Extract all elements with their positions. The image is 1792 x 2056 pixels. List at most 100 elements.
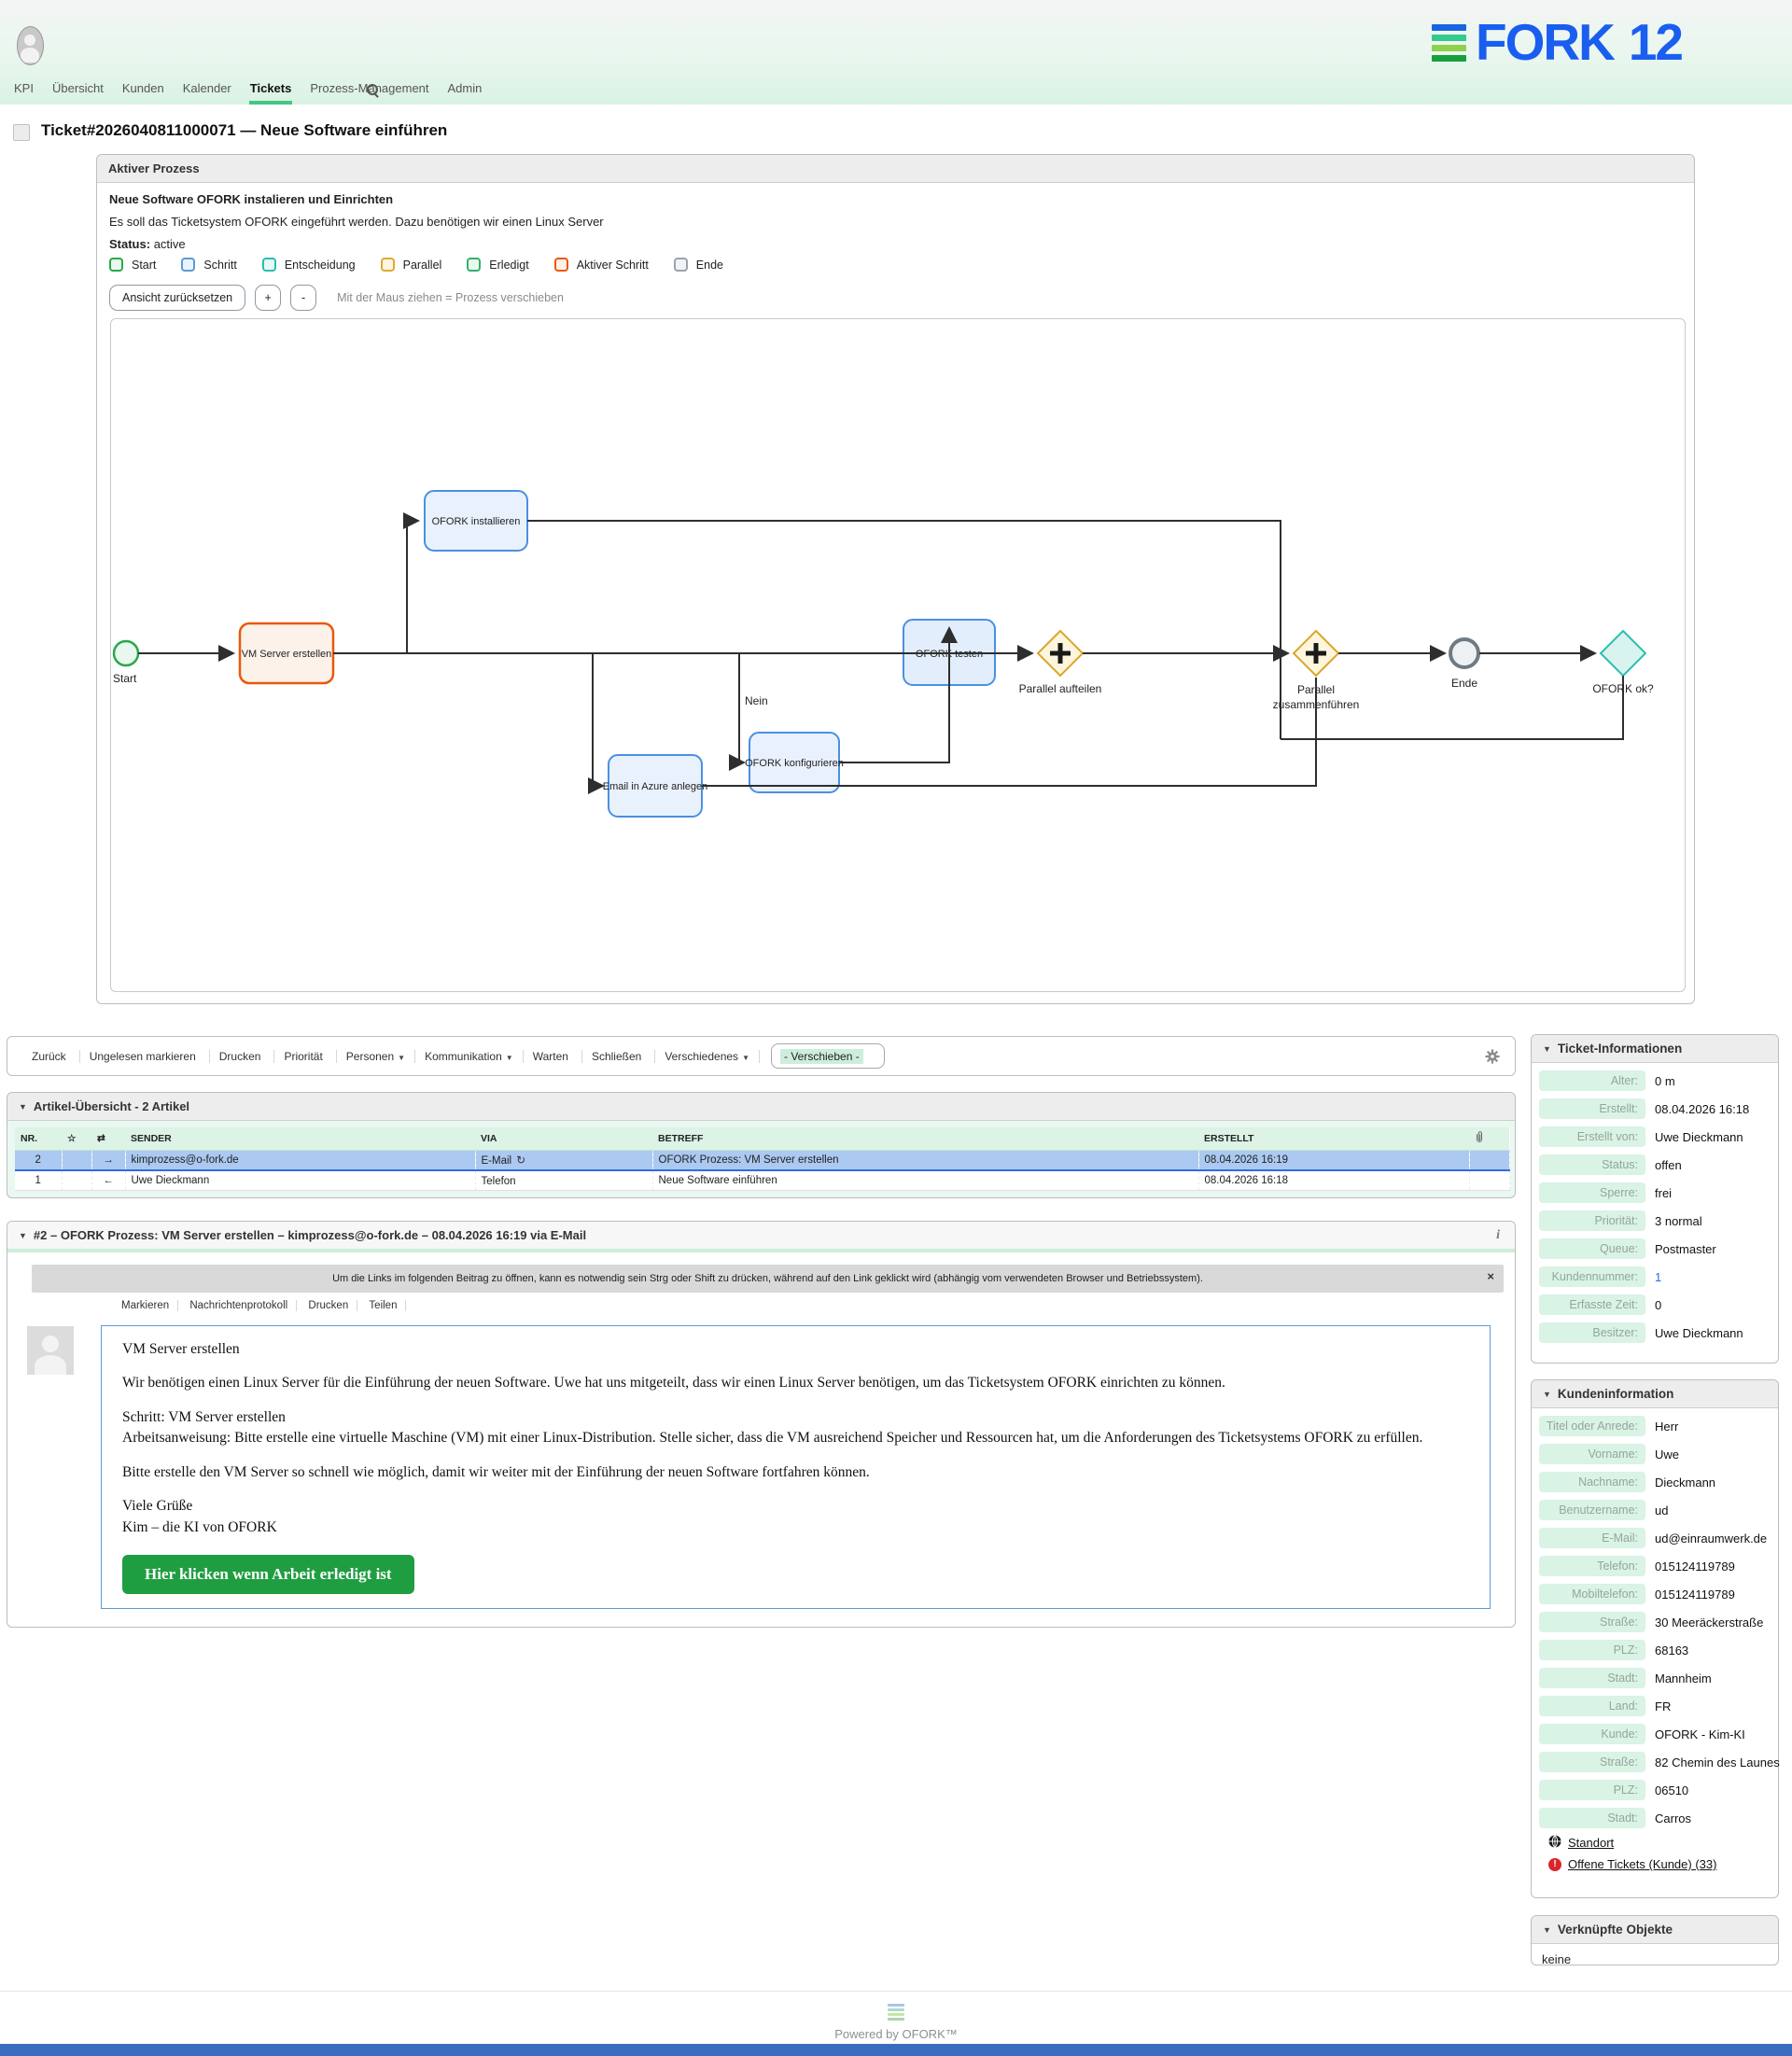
col-sender[interactable]: SENDER bbox=[125, 1127, 475, 1151]
collapse-icon[interactable]: ▼ bbox=[19, 1102, 27, 1112]
toolbar-item[interactable]: Priorität bbox=[274, 1050, 336, 1063]
process-legend: Start Schritt Entscheidung Parallel Erle… bbox=[109, 258, 723, 272]
process-canvas[interactable]: VM Server erstellen OFORK installieren O… bbox=[110, 318, 1686, 992]
parallel-join-label-2: zusammenführen bbox=[1273, 698, 1360, 711]
info-value: Dieckmann bbox=[1655, 1476, 1715, 1490]
info-label: Stadt: bbox=[1539, 1668, 1645, 1688]
ticket-info-row: Queue: Postmaster bbox=[1539, 1238, 1771, 1259]
nav-item[interactable]: Tickets bbox=[249, 81, 293, 105]
ticket-info-row: Status: offen bbox=[1539, 1154, 1771, 1175]
article-detail-header[interactable]: ▼ #2 – OFORK Prozess: VM Server erstelle… bbox=[7, 1222, 1515, 1252]
info-value: frei bbox=[1655, 1186, 1672, 1200]
email-body: VM Server erstellenWir benötigen einen L… bbox=[101, 1325, 1491, 1609]
email-paragraph: Wir benötigen einen Linux Server für die… bbox=[122, 1373, 1469, 1393]
work-done-button[interactable]: Hier klicken wenn Arbeit erledigt ist bbox=[122, 1555, 414, 1594]
page-footer: Powered by OFORK™ bbox=[0, 1991, 1792, 2045]
star-icon[interactable]: ☆ bbox=[62, 1127, 91, 1151]
info-label: Status: bbox=[1539, 1154, 1645, 1175]
customer-info-row: Kunde: OFORK - Kim-KI bbox=[1539, 1724, 1771, 1744]
legend-swatch-icon bbox=[467, 258, 481, 272]
col-betreff[interactable]: BETREFF bbox=[652, 1127, 1198, 1151]
col-nr[interactable]: NR. bbox=[15, 1127, 62, 1151]
swap-arrows-icon[interactable]: ⇄ bbox=[91, 1127, 125, 1151]
nav-item[interactable]: KPI bbox=[13, 81, 35, 105]
ticket-info-row: Erstellt von: Uwe Dieckmann bbox=[1539, 1126, 1771, 1147]
info-label: Kunde: bbox=[1539, 1724, 1645, 1744]
avatar-body-icon bbox=[35, 1355, 66, 1375]
article-menu-item[interactable]: Drucken bbox=[300, 1300, 357, 1311]
user-avatar[interactable] bbox=[17, 26, 44, 65]
article-row[interactable]: 2 → kimprozess@o-fork.de E-Mail↻ OFORK P… bbox=[15, 1151, 1509, 1171]
info-value: 3 normal bbox=[1655, 1214, 1702, 1228]
toolbar-item[interactable]: Ungelesen markieren bbox=[80, 1050, 210, 1063]
col-erstellt[interactable]: ERSTELLT bbox=[1198, 1127, 1469, 1151]
info-label: Nachname: bbox=[1539, 1472, 1645, 1492]
zoom-in-button[interactable]: + bbox=[255, 285, 281, 311]
article-row[interactable]: 1 ← Uwe Dieckmann Telefon Neue Software … bbox=[15, 1170, 1509, 1191]
process-name: Neue Software OFORK instalieren und Einr… bbox=[109, 192, 393, 206]
toolbar-item[interactable]: Drucken bbox=[210, 1050, 275, 1063]
toolbar-item[interactable]: Schließen bbox=[582, 1050, 655, 1063]
customer-info-row: Mobiltelefon: 015124119789 bbox=[1539, 1584, 1771, 1604]
open-tickets-link-row: ! Offene Tickets (Kunde) (33) bbox=[1548, 1857, 1778, 1871]
toolbar-item[interactable]: Warten bbox=[524, 1050, 582, 1063]
collapse-icon[interactable]: ▼ bbox=[1543, 1390, 1551, 1399]
link-notice-bar: Um die Links im folgenden Beitrag zu öff… bbox=[32, 1265, 1504, 1293]
collapse-icon[interactable]: ▼ bbox=[1543, 1044, 1551, 1054]
nav-search[interactable] bbox=[366, 77, 381, 105]
zoom-out-button[interactable]: - bbox=[290, 285, 316, 311]
process-widget-title: Aktiver Prozess bbox=[108, 161, 200, 175]
nav-item[interactable]: Admin bbox=[447, 81, 483, 105]
ofork-ok-decision-node[interactable] bbox=[1601, 631, 1645, 676]
open-tickets-link[interactable]: Offene Tickets (Kunde) (33) bbox=[1568, 1857, 1716, 1871]
nav-item[interactable]: Kalender bbox=[182, 81, 232, 105]
toolbar-item[interactable]: Zurück bbox=[22, 1050, 80, 1063]
nav-item[interactable]: Kunden bbox=[121, 81, 165, 105]
info-value: 1 bbox=[1655, 1270, 1661, 1284]
process-widget-header: Aktiver Prozess bbox=[97, 155, 1694, 183]
ofork-ok-label: OFORK ok? bbox=[1592, 682, 1654, 695]
col-via[interactable]: VIA bbox=[475, 1127, 652, 1151]
nav-item[interactable]: Übersicht bbox=[51, 81, 105, 105]
ticket-info-row: Erfasste Zeit: 0 bbox=[1539, 1294, 1771, 1315]
info-value: 82 Chemin des Launes bbox=[1655, 1755, 1780, 1769]
email-paragraph: Schritt: VM Server erstellen Arbeitsanwe… bbox=[122, 1407, 1469, 1449]
toolbar-item[interactable]: Verschiedenes▼ bbox=[655, 1050, 760, 1063]
reset-view-button[interactable]: Ansicht zurücksetzen bbox=[109, 285, 245, 311]
article-menu-item[interactable]: Nachrichtenprotokoll bbox=[181, 1300, 297, 1311]
collapse-icon[interactable]: ▼ bbox=[19, 1231, 27, 1240]
customer-info-row: Stadt: Mannheim bbox=[1539, 1668, 1771, 1688]
settings-gear-icon[interactable] bbox=[1485, 1049, 1500, 1069]
ofork-config-label: OFORK konfigurieren bbox=[745, 758, 844, 769]
toolbar-item[interactable]: Kommunikation▼ bbox=[415, 1050, 524, 1063]
info-value: ud@einraumwerk.de bbox=[1655, 1532, 1767, 1545]
article-menu-item[interactable]: Teilen bbox=[360, 1300, 406, 1311]
customer-info-row: Telefon: 015124119789 bbox=[1539, 1556, 1771, 1576]
info-value: Uwe bbox=[1655, 1448, 1679, 1462]
linked-objects-value: keine bbox=[1532, 1944, 1778, 1975]
info-label: Priorität: bbox=[1539, 1210, 1645, 1231]
search-icon[interactable] bbox=[366, 83, 381, 98]
start-node[interactable] bbox=[114, 641, 138, 665]
ticket-flag-icon[interactable] bbox=[13, 124, 30, 141]
close-icon[interactable]: × bbox=[1487, 1269, 1494, 1283]
legend-label: Parallel bbox=[403, 259, 442, 272]
info-icon[interactable]: i bbox=[1496, 1228, 1500, 1243]
toolbar-item[interactable]: Personen▼ bbox=[337, 1050, 415, 1063]
customer-info-header[interactable]: ▼ Kundeninformation bbox=[1532, 1380, 1778, 1408]
legend-item: Aktiver Schritt bbox=[554, 258, 649, 272]
location-link[interactable]: Standort bbox=[1568, 1836, 1614, 1850]
info-value: 015124119789 bbox=[1655, 1587, 1735, 1601]
linked-objects-header[interactable]: ▼ Verknüpfte Objekte bbox=[1532, 1916, 1778, 1944]
info-value: 015124119789 bbox=[1655, 1559, 1735, 1573]
move-queue-select[interactable]: - Verschieben - bbox=[771, 1043, 885, 1069]
end-node[interactable] bbox=[1450, 639, 1478, 667]
customer-info-row: Straße: 30 Meeräckerstraße bbox=[1539, 1612, 1771, 1632]
info-value: 68163 bbox=[1655, 1643, 1688, 1657]
info-value: OFORK - Kim-KI bbox=[1655, 1727, 1745, 1741]
article-overview-header[interactable]: ▼ Artikel-Übersicht - 2 Artikel bbox=[7, 1093, 1515, 1121]
customer-info-row: PLZ: 06510 bbox=[1539, 1780, 1771, 1800]
article-menu-item[interactable]: Markieren bbox=[113, 1300, 178, 1311]
ticket-info-header[interactable]: ▼ Ticket-Informationen bbox=[1532, 1035, 1778, 1063]
collapse-icon[interactable]: ▼ bbox=[1543, 1925, 1551, 1935]
